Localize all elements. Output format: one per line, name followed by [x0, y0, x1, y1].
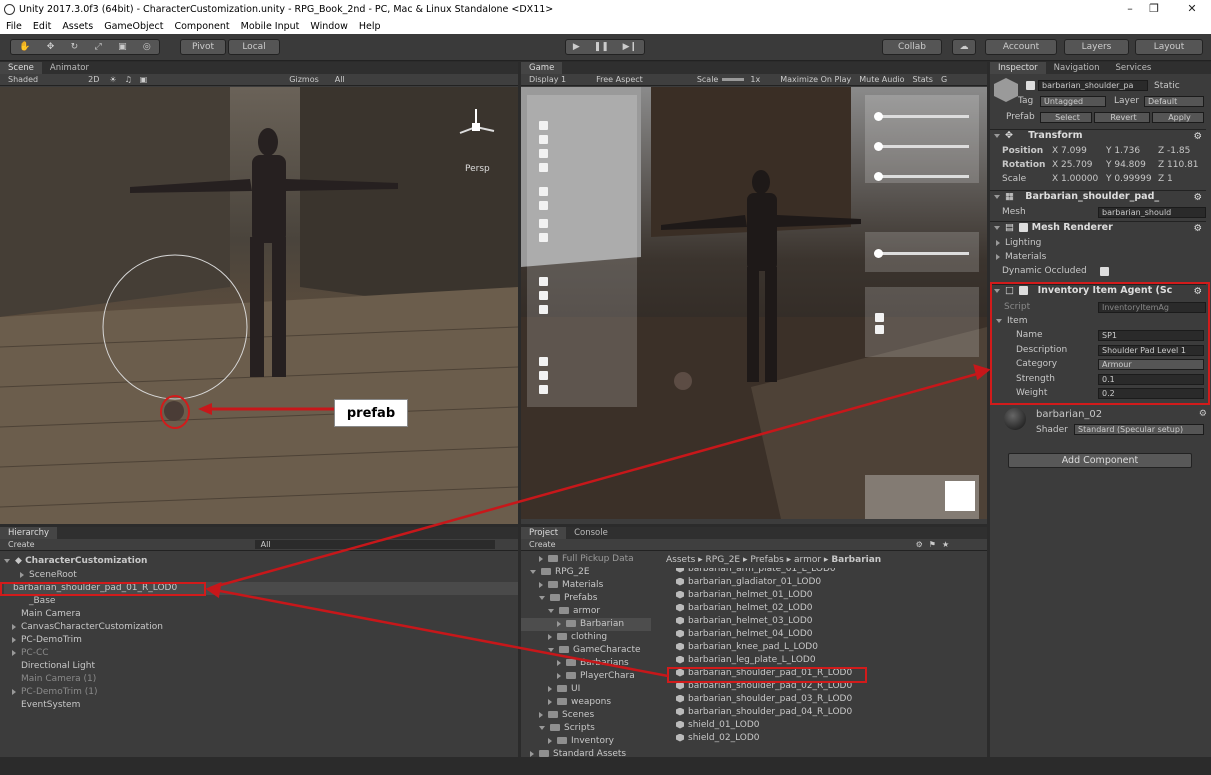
annotation-arrows — [205, 364, 991, 678]
